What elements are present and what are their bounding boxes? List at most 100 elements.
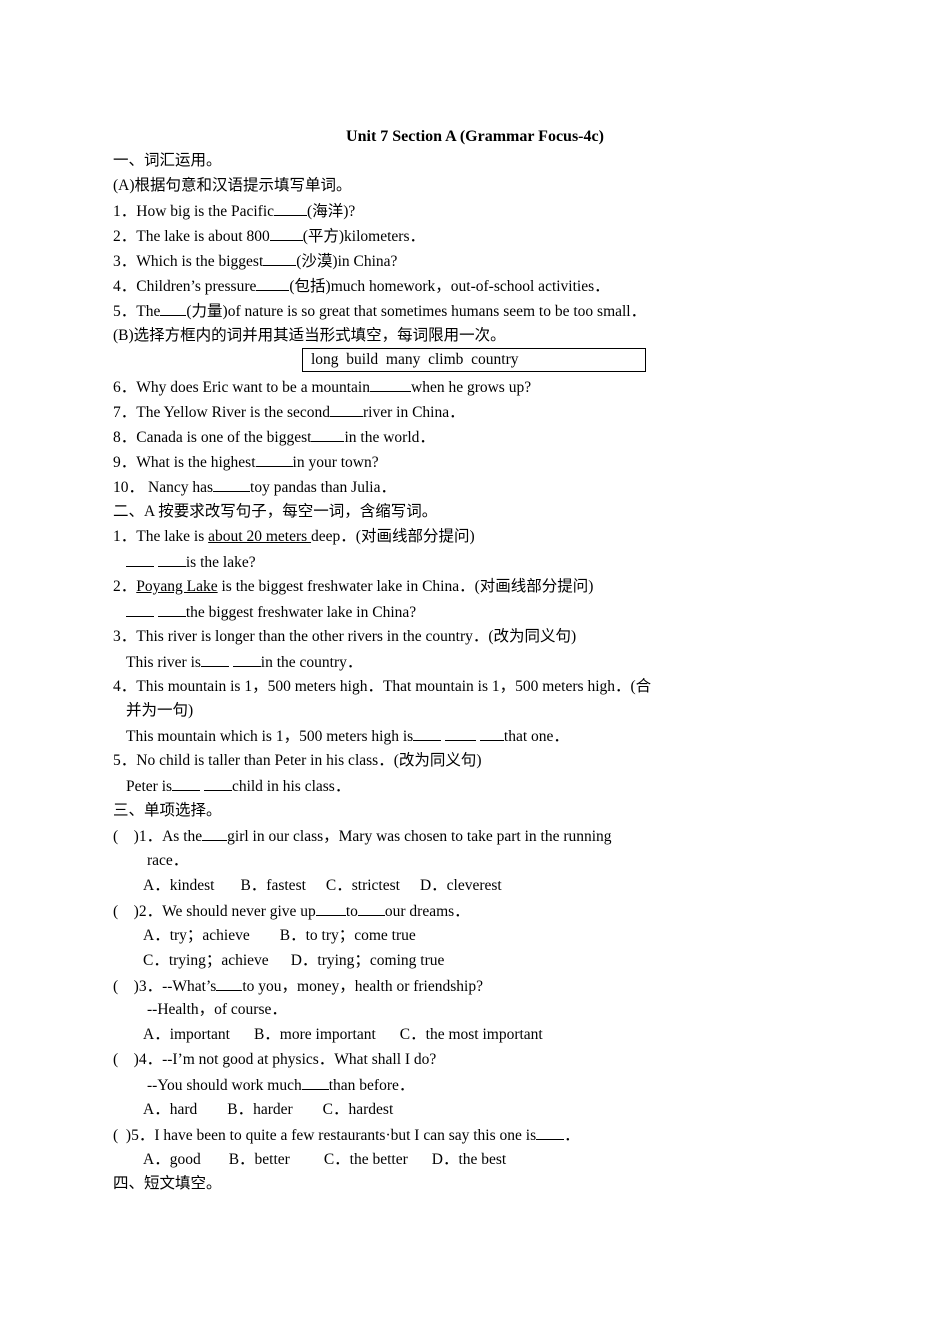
underlined-phrase: about 20 meters (208, 528, 312, 545)
item-text: (沙漠)in China? (296, 253, 398, 270)
option-b[interactable]: B．more important (254, 1026, 376, 1043)
word-box: long build many climb country (302, 348, 646, 372)
vocab-item-6: 6．Why does Eric want to be a mountain whe… (113, 377, 531, 398)
answer-blank[interactable] (126, 552, 154, 567)
rewrite-item-2: 2．Poyang Lake is the biggest freshwater … (113, 577, 593, 597)
item-text: is the biggest freshwater lake in China．… (217, 578, 594, 595)
answer-blank[interactable] (160, 301, 187, 316)
rewrite-item-3: 3．This river is longer than the other ri… (113, 627, 576, 647)
answer-blank (536, 1125, 565, 1140)
option-c[interactable]: C．trying；achieve (143, 952, 269, 969)
answer-blank[interactable] (126, 602, 154, 617)
mc-question-4-cont: --You should work much than before． (147, 1075, 414, 1096)
answer-blank (216, 976, 243, 991)
vocab-item-7: 7．The Yellow River is the second river in… (113, 402, 465, 423)
answer-paren[interactable]: ( ) (113, 903, 139, 920)
answer-blank[interactable] (200, 652, 229, 667)
item-text: (包括)much homework，out-of-school activiti… (289, 278, 610, 295)
answer-paren[interactable]: ( ) (113, 828, 139, 845)
item-text: Why does Eric want to be a mountain (136, 379, 370, 396)
part3-heading: 三、单项选择。 (113, 802, 222, 819)
answer-paren[interactable]: ( ) (113, 1127, 131, 1144)
vocab-item-2: 2．The lake is about 800 (平方)kilometers． (113, 226, 425, 247)
vocab-item-10: 10． Nancy has toy pandas than Julia． (113, 477, 396, 498)
answer-blank[interactable] (263, 251, 297, 266)
item-text: ． (564, 1127, 580, 1144)
answer-blank[interactable] (370, 377, 411, 392)
item-text: Children’s pressure (136, 278, 257, 295)
part1-heading: 一、词汇运用。 (113, 152, 222, 169)
mc-options-2-row1: A．try；achieve B．to try；come true (143, 926, 416, 946)
option-d[interactable]: D．cleverest (420, 877, 502, 894)
item-number: 3． (138, 978, 163, 995)
item-text: This mountain is 1，500 meters high．That … (136, 678, 652, 695)
item-text: (海洋)? (307, 203, 356, 220)
mc-options-4: A．hard B．harder C．hardest (143, 1100, 393, 1120)
item-number: 6． (113, 379, 137, 396)
answer-blank (301, 1075, 329, 1090)
option-b[interactable]: B．fastest (240, 877, 305, 894)
answer-blank[interactable] (311, 427, 345, 442)
option-c[interactable]: C．the most important (400, 1026, 543, 1043)
answer-blank[interactable] (232, 652, 261, 667)
item-number: 5． (131, 1127, 155, 1144)
item-text: The lake is about 800 (136, 228, 270, 245)
vocab-item-3: 3．Which is the biggest (沙漠)in China? (113, 251, 397, 272)
option-a[interactable]: A．good (143, 1151, 201, 1168)
option-b[interactable]: B．harder (227, 1101, 292, 1118)
item-number: 7． (113, 404, 137, 421)
page-title: Unit 7 Section A (Grammar Focus-4c) (0, 127, 950, 147)
item-text: to (345, 903, 358, 920)
item-text: --You should work much (147, 1077, 302, 1094)
item-text: What is the highest (136, 454, 256, 471)
rewrite-answer-3: This river is in the country． (126, 652, 362, 673)
title-text: Unit 7 Section A (Grammar Focus-4c) (346, 128, 604, 145)
answer-blank[interactable] (479, 726, 504, 741)
answer-text: This river is (126, 654, 201, 671)
answer-blank[interactable] (274, 201, 308, 216)
item-text: in the world． (344, 429, 435, 446)
answer-paren[interactable]: ( ) (113, 978, 139, 995)
option-b[interactable]: B．better (229, 1151, 290, 1168)
rewrite-item-1: 1．The lake is about 20 meters deep．(对画线部… (113, 527, 475, 547)
item-number: 4． (113, 278, 137, 295)
answer-blank[interactable] (445, 726, 477, 741)
option-b[interactable]: B．to try；come true (280, 927, 416, 944)
answer-blank[interactable] (330, 402, 363, 417)
item-number: 3． (113, 253, 137, 270)
option-c[interactable]: C．strictest (326, 877, 400, 894)
option-d[interactable]: D．trying；coming true (291, 952, 445, 969)
item-text: (平方)kilometers． (302, 228, 425, 245)
answer-blank[interactable] (213, 477, 251, 492)
item-text: our dreams． (384, 903, 470, 920)
option-a[interactable]: A．important (143, 1026, 230, 1043)
answer-text: that one． (503, 728, 569, 745)
item-text: No child is taller than Peter in his cla… (136, 752, 482, 769)
option-a[interactable]: A．kindest (143, 877, 214, 894)
option-a[interactable]: A．hard (143, 1101, 197, 1118)
part1b-instruction: (B)选择方框内的词并用其适当形式填空，每词限用一次。 (113, 327, 506, 344)
answer-blank[interactable] (172, 776, 201, 791)
answer-blank[interactable] (255, 452, 293, 467)
answer-blank[interactable] (157, 602, 186, 617)
answer-blank[interactable] (203, 776, 232, 791)
answer-blank[interactable] (157, 552, 186, 567)
item-text: when he grows up? (411, 379, 532, 396)
item-number: 1． (113, 528, 137, 545)
item-number: 3． (113, 628, 137, 645)
underlined-phrase: Poyang Lake (136, 578, 218, 595)
option-c[interactable]: C．hardest (323, 1101, 394, 1118)
answer-blank[interactable] (269, 226, 303, 241)
option-d[interactable]: D．the best (432, 1151, 506, 1168)
item-text: than before． (328, 1077, 415, 1094)
answer-text: the biggest freshwater lake in China? (185, 604, 417, 621)
item-number: 5． (113, 303, 137, 320)
option-a[interactable]: A．try；achieve (143, 927, 250, 944)
answer-text: child in his class． (231, 778, 351, 795)
answer-paren[interactable]: ( ) (113, 1051, 139, 1068)
item-number: 9． (113, 454, 137, 471)
answer-blank[interactable] (413, 726, 442, 741)
answer-blank[interactable] (256, 276, 290, 291)
item-text: I have been to quite a few restaurants·b… (154, 1127, 537, 1144)
option-c[interactable]: C．the better (324, 1151, 408, 1168)
